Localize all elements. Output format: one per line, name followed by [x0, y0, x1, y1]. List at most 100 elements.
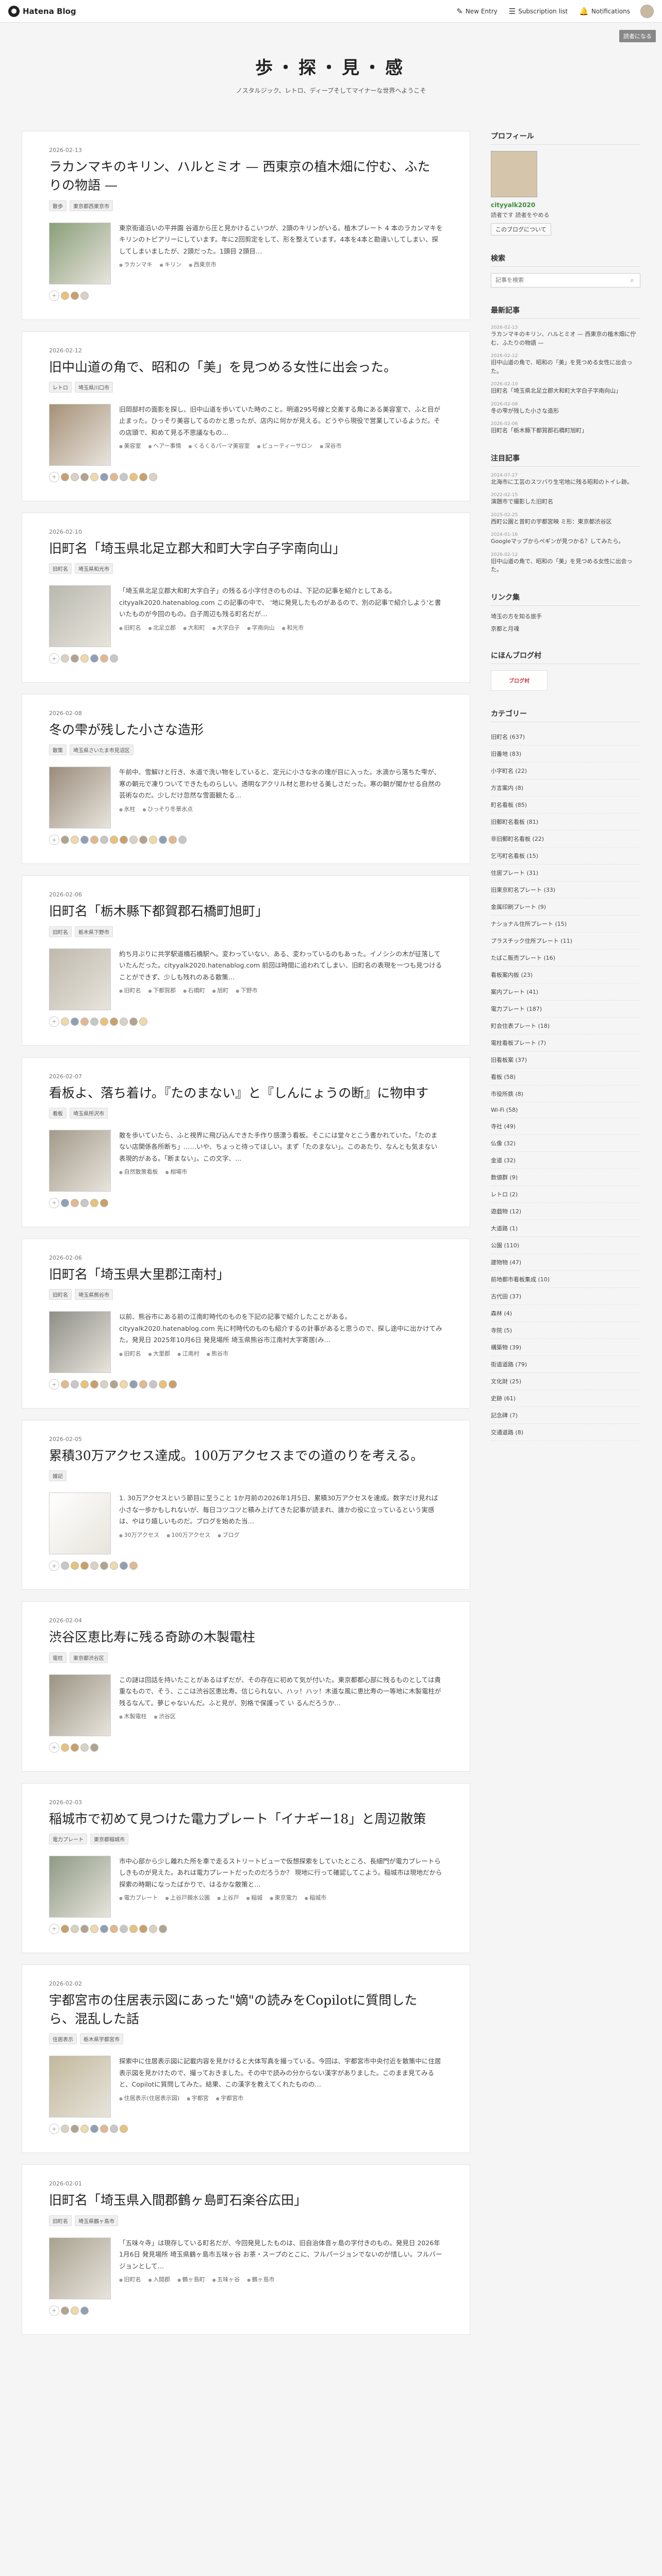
- keyword-link[interactable]: 鶴ヶ島町: [177, 2275, 205, 2283]
- star-user-icon[interactable]: [90, 654, 98, 663]
- star-user-icon[interactable]: [90, 1562, 98, 1570]
- category-badge[interactable]: 旧町名: [49, 1289, 72, 1300]
- star-user-icon[interactable]: [100, 2125, 108, 2133]
- category-badge[interactable]: 埼玉県所沢市: [70, 1107, 108, 1118]
- keyword-link[interactable]: 入間郡: [148, 2275, 170, 2283]
- category-badge[interactable]: 栃木県下野市: [75, 926, 113, 937]
- star-user-icon[interactable]: [120, 1924, 128, 1933]
- entry-title[interactable]: 宇都宮市の住居表示図にあった"嫡"の読みをCopilotに質問したら、混乱した話: [49, 1991, 443, 2029]
- star-user-icon[interactable]: [80, 472, 89, 481]
- add-star-button[interactable]: +: [49, 1379, 59, 1389]
- popular-item[interactable]: 2024-01-16 Googleマップからペギンが見つかる？してみたら。: [491, 532, 640, 546]
- star-user-icon[interactable]: [129, 1924, 138, 1933]
- category-link[interactable]: 大道路 (1): [491, 1220, 640, 1237]
- star-user-icon[interactable]: [80, 1562, 89, 1570]
- star-user-icon[interactable]: [71, 472, 79, 481]
- category-link[interactable]: 市役所鉄 (8): [491, 1086, 640, 1103]
- keyword-link[interactable]: ブログ: [218, 1531, 240, 1539]
- category-link[interactable]: 看板 (58): [491, 1069, 640, 1086]
- keyword-link[interactable]: 宇都宮市: [216, 2094, 243, 2102]
- star-user-icon[interactable]: [129, 836, 138, 844]
- category-badge[interactable]: 埼玉県鶴ヶ島市: [75, 2215, 118, 2226]
- about-blog-link[interactable]: このブログについて: [491, 223, 551, 235]
- category-link[interactable]: ナショナル住所プレート (15): [491, 916, 640, 933]
- category-link[interactable]: 旧町名 (637): [491, 728, 640, 745]
- category-link[interactable]: 構築物 (39): [491, 1339, 640, 1356]
- category-link[interactable]: 古代田 (37): [491, 1288, 640, 1305]
- add-star-button[interactable]: +: [49, 1923, 59, 1934]
- star-user-icon[interactable]: [71, 1380, 79, 1388]
- category-badge[interactable]: 旧町名: [49, 563, 72, 574]
- profile-image[interactable]: [491, 151, 537, 197]
- category-badge[interactable]: 東京都稲城市: [90, 1833, 128, 1844]
- star-user-icon[interactable]: [61, 291, 69, 300]
- star-user-icon[interactable]: [71, 1924, 79, 1933]
- star-user-icon[interactable]: [139, 1380, 147, 1388]
- category-badge[interactable]: レトロ: [49, 381, 72, 393]
- readers-button[interactable]: 読者になる: [619, 30, 656, 42]
- star-user-icon[interactable]: [80, 2125, 89, 2133]
- keyword-link[interactable]: 住居表示(住居表示図): [119, 2094, 180, 2102]
- star-user-icon[interactable]: [61, 1380, 69, 1388]
- entry-title[interactable]: 看板よ、落ち着け。『たのまない』と『しんにょうの断』に物申す: [49, 1084, 443, 1103]
- star-user-icon[interactable]: [80, 291, 89, 300]
- category-link[interactable]: 方言案内 (8): [491, 779, 640, 796]
- star-user-icon[interactable]: [129, 1562, 138, 1570]
- category-badge[interactable]: 看板: [49, 1107, 67, 1118]
- category-badge[interactable]: 旧町名: [49, 2215, 72, 2226]
- star-user-icon[interactable]: [149, 472, 157, 481]
- keyword-link[interactable]: 稲城: [246, 1893, 262, 1902]
- star-user-icon[interactable]: [61, 1562, 69, 1570]
- entry-thumbnail[interactable]: [49, 2237, 111, 2299]
- entry-title[interactable]: 旧町名「栃木縣下都賀郡石橋町旭町」: [49, 902, 443, 921]
- add-star-button[interactable]: +: [49, 471, 59, 482]
- category-link[interactable]: 非旧郵町名看板 (22): [491, 831, 640, 848]
- star-user-icon[interactable]: [71, 836, 79, 844]
- keyword-link[interactable]: ラカンマキ: [119, 260, 153, 268]
- entry-title[interactable]: 旧町名「埼玉県北足立郡大和町大字白子字南向山」: [49, 539, 443, 558]
- star-user-icon[interactable]: [61, 1924, 69, 1933]
- blogmura-badge[interactable]: ブログ村: [491, 670, 548, 691]
- popular-link[interactable]: Googleマップからペギンが見つかる？してみたら。: [491, 537, 640, 546]
- keyword-link[interactable]: くるくるパーマ美容室: [188, 442, 250, 450]
- category-badge[interactable]: 東京都渋谷区: [70, 1652, 108, 1663]
- star-user-icon[interactable]: [80, 654, 89, 663]
- category-link[interactable]: たばこ販売プレート (16): [491, 950, 640, 967]
- star-user-icon[interactable]: [80, 1198, 89, 1207]
- popular-link[interactable]: 演題市で撮影した旧町名: [491, 498, 640, 506]
- star-user-icon[interactable]: [100, 1198, 108, 1207]
- category-link[interactable]: 記念碑 (7): [491, 1407, 640, 1424]
- entry-title[interactable]: 旧中山道の角で、昭和の「美」を見つめる女性に出会った。: [49, 358, 443, 377]
- category-badge[interactable]: 雑記: [49, 1470, 67, 1482]
- entry-thumbnail[interactable]: [49, 1129, 111, 1192]
- recent-item[interactable]: 2026-02-08 冬の雫が残した小さな造形: [491, 402, 640, 416]
- entry-title[interactable]: 冬の雫が残した小さな造形: [49, 721, 443, 739]
- hatena-logo[interactable]: ● Hatena Blog: [8, 5, 76, 17]
- category-link[interactable]: 交通道路 (8): [491, 1424, 640, 1441]
- category-link[interactable]: 仏像 (32): [491, 1135, 640, 1152]
- category-badge[interactable]: 電柱: [49, 1652, 67, 1663]
- popular-item[interactable]: 2022-02-15 演題市で撮影した旧町名: [491, 493, 640, 506]
- keyword-link[interactable]: 大里郡: [148, 1349, 170, 1358]
- category-link[interactable]: 旧看板案 (37): [491, 1052, 640, 1069]
- category-link[interactable]: 史跡 (61): [491, 1390, 640, 1407]
- star-user-icon[interactable]: [71, 1017, 79, 1026]
- category-link[interactable]: 町名看板 (85): [491, 796, 640, 814]
- entry-thumbnail[interactable]: [49, 222, 111, 284]
- category-badge[interactable]: 埼玉県さいたま市見沼区: [70, 744, 134, 756]
- star-user-icon[interactable]: [71, 2125, 79, 2133]
- star-user-icon[interactable]: [90, 2125, 98, 2133]
- entry-thumbnail[interactable]: [49, 403, 111, 466]
- star-user-icon[interactable]: [61, 654, 69, 663]
- keyword-link[interactable]: 100万アクセス: [167, 1531, 210, 1539]
- star-user-icon[interactable]: [80, 1380, 89, 1388]
- star-user-icon[interactable]: [61, 1017, 69, 1026]
- category-badge[interactable]: 住居表示: [49, 2033, 77, 2045]
- entry-thumbnail[interactable]: [49, 2056, 111, 2118]
- recent-link[interactable]: ラカンマキのキリン、ハルとミオ — 西東京の植木畑に佇む、ふたりの物語 —: [491, 330, 640, 347]
- category-link[interactable]: 旧郵町名看板 (81): [491, 814, 640, 831]
- category-badge[interactable]: 埼玉県熊谷市: [75, 1289, 113, 1300]
- star-user-icon[interactable]: [80, 836, 89, 844]
- star-user-icon[interactable]: [139, 472, 147, 481]
- add-star-button[interactable]: +: [49, 290, 59, 301]
